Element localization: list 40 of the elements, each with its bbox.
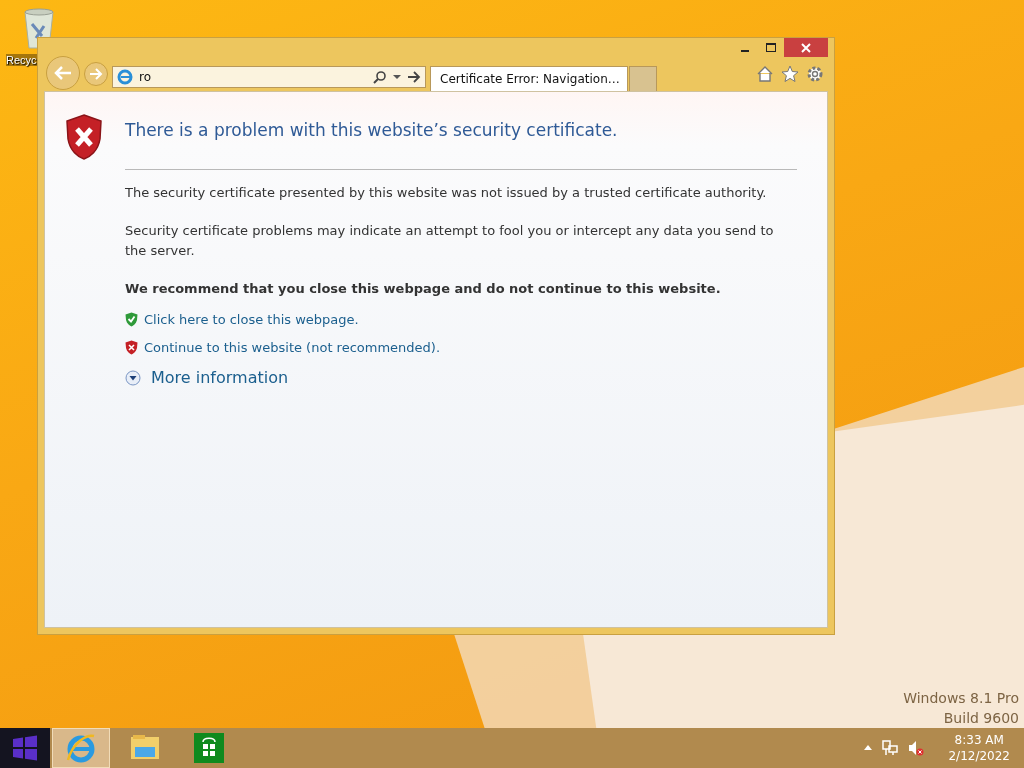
browser-taskbar-button[interactable] (52, 728, 110, 768)
browser-icon (65, 732, 97, 764)
recommendation-text: We recommend that you close this webpage and do not continue to this website. (125, 280, 722, 298)
page-link[interactable]: Click here to close this webpage. (144, 312, 359, 327)
home-icon[interactable] (756, 65, 774, 83)
forward-arrow-icon (89, 68, 103, 80)
more-information-link[interactable]: More information (151, 368, 289, 387)
maximize-icon (766, 42, 776, 53)
start-button[interactable] (0, 728, 50, 768)
shield-error-icon (64, 113, 104, 161)
address-bar[interactable]: ro (112, 66, 426, 88)
page-link[interactable]: Continue to this website (not recommended). (144, 340, 441, 355)
close-button[interactable] (784, 38, 828, 57)
search-icon[interactable] (373, 70, 387, 84)
back-button[interactable] (46, 56, 80, 90)
network-icon[interactable] (882, 740, 899, 756)
go-arrow-icon[interactable] (407, 71, 421, 83)
browser-tab[interactable]: Certificate Error: Navigation… (430, 66, 628, 91)
error-heading: There is a problem with this website’s security certificate. (125, 120, 619, 140)
store-bag-icon (194, 733, 224, 763)
body-paragraph: Security certificate problems may indicate an attempt to fool you or intercept any data you send to the server. (125, 222, 775, 260)
caret-icon[interactable] (393, 74, 401, 80)
expand-icon[interactable] (125, 369, 141, 386)
os-version-text: Windows 8.1 Pro (903, 690, 1019, 706)
settings-icon[interactable] (806, 65, 824, 83)
caret-icon[interactable] (864, 745, 873, 751)
forward-button[interactable] (84, 62, 108, 86)
shield-error-icon (125, 340, 138, 355)
speaker-muted-icon[interactable] (908, 740, 925, 756)
address-text: ro (139, 70, 152, 84)
body-paragraph: The security certificate presented by this website was not issued by a trusted certificate authority. (125, 184, 768, 202)
browser-icon (117, 69, 133, 85)
minimize-icon (741, 50, 749, 52)
windows-logo-icon (12, 735, 38, 761)
os-version-text: Build 9600 (943, 710, 1019, 726)
back-arrow-icon (53, 65, 73, 81)
desktop-icon-label[interactable]: Recyc (6, 54, 37, 66)
star-icon[interactable] (781, 65, 799, 83)
shield-check-icon (125, 312, 138, 327)
close-icon (801, 42, 811, 53)
